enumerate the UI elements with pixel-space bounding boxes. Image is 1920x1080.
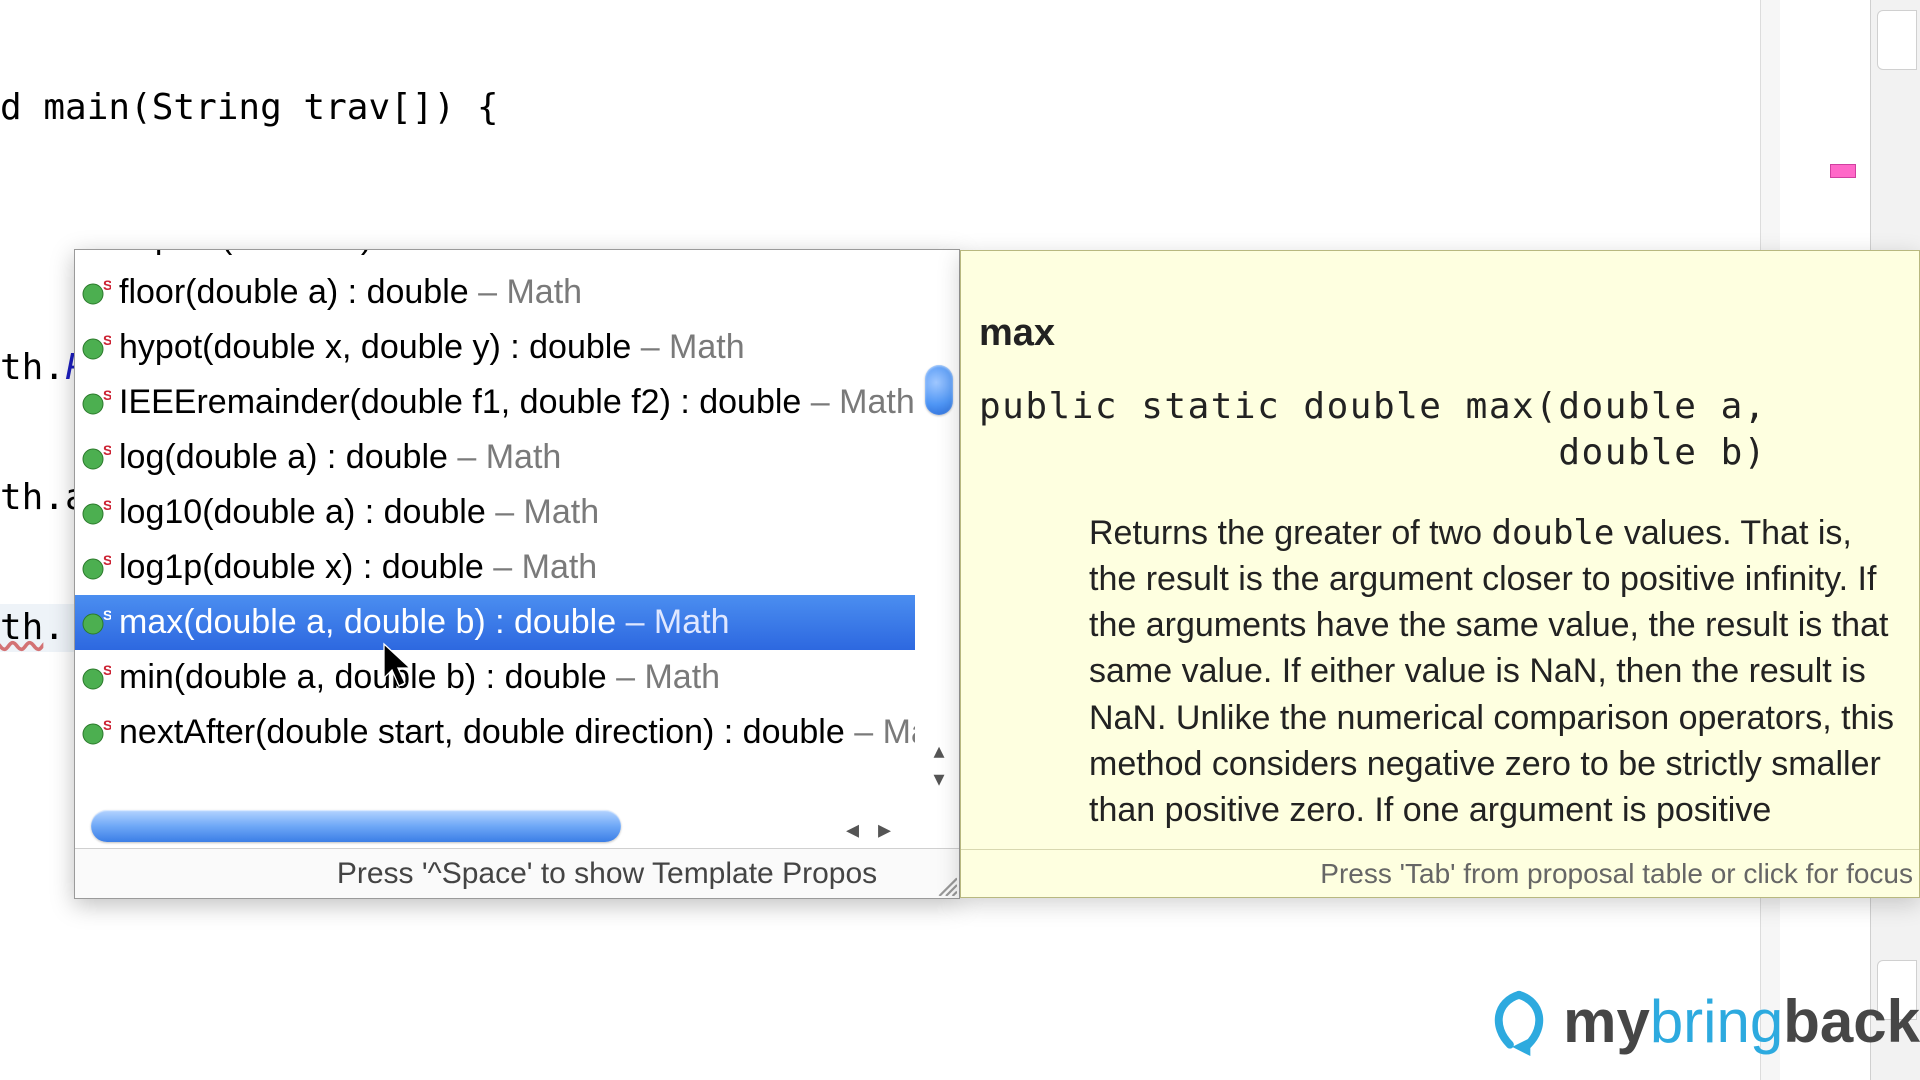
logo-text: my [1563, 988, 1650, 1055]
logo-text: bring [1650, 988, 1783, 1055]
method-icon: S [81, 498, 111, 528]
proposal-item[interactable]: Slog10(double a) : double – Math [75, 485, 915, 540]
scrollbar-thumb[interactable] [91, 810, 621, 842]
method-icon: S [81, 553, 111, 583]
method-icon: S [81, 278, 111, 308]
proposal-class: – Math [811, 383, 915, 421]
method-icon: S [81, 443, 111, 473]
logo-mark-icon [1485, 988, 1553, 1056]
proposal-signature: log1p(double x) : double [119, 548, 493, 586]
proposal-item[interactable]: Sfloor(double a) : double – Math [75, 265, 915, 320]
proposal-class: – Math [493, 548, 597, 586]
proposal-item[interactable]: Slog(double a) : double – Math [75, 430, 915, 485]
overview-marker[interactable] [1830, 164, 1856, 178]
horizontal-scrollbar[interactable]: ◂ ▸ [75, 804, 915, 848]
svg-text:S: S [103, 608, 111, 623]
svg-text:S: S [103, 388, 111, 403]
proposal-class: – Math [854, 713, 915, 751]
method-icon: S [81, 388, 111, 418]
svg-text:S: S [103, 443, 111, 458]
proposal-class: – Math [616, 658, 720, 696]
doc-signature: public static double max(double a, doubl… [979, 384, 1901, 476]
proposal-signature: expm1(double x) : double [119, 250, 512, 256]
svg-text:S: S [103, 553, 111, 568]
proposal-signature: hypot(double x, double y) : double [119, 328, 641, 366]
proposal-signature: log10(double a) : double [119, 493, 495, 531]
proposal-signature: nextAfter(double start, double direction… [119, 713, 854, 751]
proposal-item[interactable]: Smin(double a, double b) : double – Math [75, 650, 915, 705]
svg-text:S: S [103, 333, 111, 348]
doc-title: max [979, 309, 1901, 358]
proposal-class: – Math [495, 493, 599, 531]
proposal-class: – Math [457, 438, 561, 476]
proposal-item[interactable]: Shypot(double x, double y) : double – Ma… [75, 320, 915, 375]
popup-status-text: Press '^Space' to show Template Propos [75, 848, 959, 898]
resize-grip-icon[interactable] [935, 874, 957, 896]
svg-text:S: S [103, 718, 111, 733]
scroll-up-icon[interactable]: ▴ [929, 741, 949, 761]
doc-status-text: Press 'Tab' from proposal table or click… [961, 849, 1919, 897]
tool-button[interactable] [1877, 10, 1917, 70]
proposal-list[interactable]: Sexpm1(double x) : double – Math Sfloor(… [75, 250, 915, 795]
proposal-signature: log(double a) : double [119, 438, 457, 476]
proposal-signature: IEEEremainder(double f1, double f2) : do… [119, 383, 811, 421]
doc-description: Returns the greater of two double values… [979, 510, 1901, 834]
watermark-logo: mybringback [1485, 987, 1920, 1056]
svg-text:S: S [103, 278, 111, 293]
autocomplete-popup: Sexpm1(double x) : double – Math Sfloor(… [74, 249, 960, 899]
proposal-class: – Math [626, 603, 730, 641]
method-icon: S [81, 663, 111, 693]
proposal-signature: floor(double a) : double [119, 273, 478, 311]
method-icon: S [81, 718, 111, 748]
proposal-signature: min(double a, double b) : double [119, 658, 616, 696]
svg-text:S: S [103, 498, 111, 513]
scroll-right-icon[interactable]: ▸ [878, 814, 891, 845]
code-line: d main(String trav[]) { [0, 87, 499, 128]
proposal-item[interactable]: S IEEEremainder(double f1, double f2) : d… [75, 375, 915, 430]
javadoc-popup[interactable]: max public static double max(double a, d… [960, 250, 1920, 898]
proposal-class: – Math [641, 328, 745, 366]
svg-text:S: S [103, 663, 111, 678]
method-icon: S [81, 333, 111, 363]
proposal-class: – Math [478, 273, 582, 311]
proposal-item[interactable]: SnextAfter(double start, double directio… [75, 705, 915, 760]
scroll-left-icon[interactable]: ◂ [846, 814, 859, 845]
method-icon: S [81, 608, 111, 638]
scroll-down-icon[interactable]: ▾ [929, 769, 949, 789]
proposal-class: – Math [512, 250, 616, 256]
method-icon: S [81, 250, 111, 253]
proposal-item[interactable]: Slog1p(double x) : double – Math [75, 540, 915, 595]
vertical-scrollbar[interactable]: ▴ ▾ [917, 250, 959, 795]
scrollbar-thumb[interactable] [925, 365, 953, 415]
logo-text: back [1783, 988, 1920, 1055]
scrollbar-track[interactable] [927, 252, 949, 735]
proposal-item[interactable]: Smax(double a, double b) : double – Math [75, 595, 915, 650]
proposal-item[interactable]: Sexpm1(double x) : double – Math [75, 250, 915, 265]
proposal-signature: max(double a, double b) : double [119, 603, 626, 641]
